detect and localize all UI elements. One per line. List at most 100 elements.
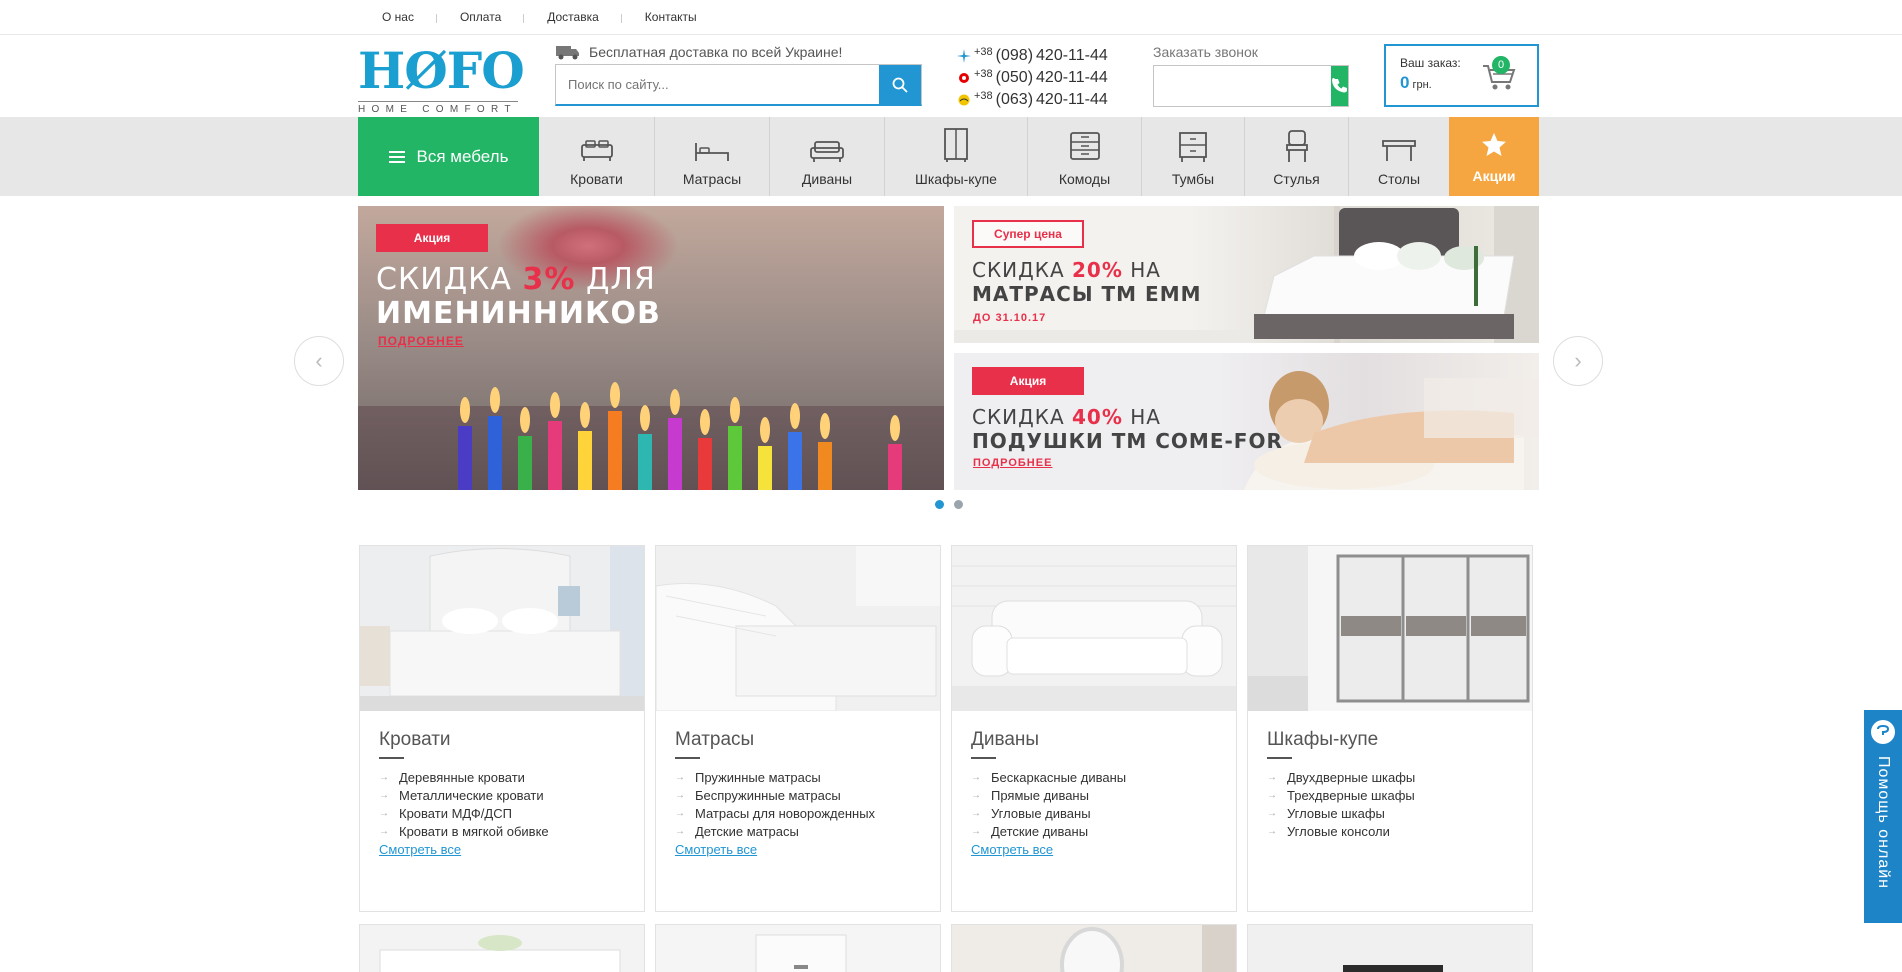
- callback-label: Заказать звонок: [1153, 44, 1258, 60]
- see-all-link[interactable]: Смотреть все: [971, 842, 1053, 857]
- nav-item-dressers[interactable]: Комоды: [1028, 117, 1142, 196]
- nightstand-icon: [1179, 132, 1207, 162]
- category-link[interactable]: Кровати МДФ/ДСП: [379, 805, 644, 823]
- banner-mattress[interactable]: Супер цена СКИДКА 20% НА МАТРАСЫ ТМ EMM …: [954, 206, 1539, 343]
- online-help-label: Помощь онлайн: [1875, 756, 1892, 889]
- search-input[interactable]: [556, 65, 879, 104]
- category-card-partial[interactable]: [1247, 924, 1533, 972]
- category-card-mattresses: Матрасы Пружинные матрасы Беспружинные м…: [655, 545, 941, 912]
- category-link[interactable]: Беспружинные матрасы: [675, 787, 940, 805]
- category-title[interactable]: Матрасы: [675, 729, 940, 751]
- category-link[interactable]: Деревянные кровати: [379, 769, 644, 787]
- banner-headline-1: СКИДКА 20% НА: [972, 258, 1161, 282]
- nav-item-nightstands[interactable]: Тумбы: [1142, 117, 1245, 196]
- phone-prefix: +38: [974, 68, 993, 80]
- category-card-partial[interactable]: [951, 924, 1237, 972]
- bed-icon: [580, 140, 613, 161]
- category-link[interactable]: Кровати в мягкой обивке: [379, 823, 644, 841]
- nav-item-label: Тумбы: [1171, 171, 1215, 187]
- dresser-icon: [1069, 132, 1100, 160]
- promo-tag: Акция: [972, 367, 1084, 395]
- category-links: Деревянные кровати Металлические кровати…: [379, 769, 644, 841]
- banner-headline-1: СКИДКА 40% НА: [972, 405, 1161, 429]
- logo-mark: HØFO: [358, 41, 525, 100]
- vodafone-icon: [959, 73, 969, 83]
- mirror-table-photo-image: [952, 925, 1236, 972]
- category-card-partial[interactable]: [655, 924, 941, 972]
- top-link-contacts[interactable]: Контакты: [645, 10, 720, 24]
- nav-item-chairs[interactable]: Стулья: [1245, 117, 1349, 196]
- category-link[interactable]: Угловые диваны: [971, 805, 1236, 823]
- nav-item-mattresses[interactable]: Матрасы: [655, 117, 770, 196]
- phone-code: (050): [995, 69, 1034, 86]
- more-link[interactable]: ПОДРОБНЕЕ: [973, 457, 1052, 469]
- nav-item-tables[interactable]: Столы: [1349, 117, 1449, 196]
- category-title[interactable]: Диваны: [971, 729, 1236, 751]
- online-help-tab[interactable]: Помощь онлайн: [1864, 710, 1902, 923]
- all-furniture-button[interactable]: Вся мебель: [358, 117, 539, 196]
- banner-birthday[interactable]: Акция СКИДКА 3% ДЛЯ ИМЕНИННИКОВ ПОДРОБНЕ…: [358, 206, 944, 490]
- phone-number: 420-11-44: [1036, 47, 1108, 64]
- chat-icon: [1871, 720, 1895, 744]
- search-box: [555, 64, 922, 106]
- nav-item-sofas[interactable]: Диваны: [770, 117, 885, 196]
- category-link[interactable]: Пружинные матрасы: [675, 769, 940, 787]
- phone-list: +38 (098) 420-11-44 +38 (050) 420-11-44 …: [957, 45, 1108, 111]
- slider-next-button[interactable]: ›: [1553, 336, 1603, 386]
- category-title[interactable]: Шкафы-купе: [1267, 729, 1532, 751]
- category-link[interactable]: Детские матрасы: [675, 823, 940, 841]
- category-link[interactable]: Матрасы для новорожденных: [675, 805, 940, 823]
- sofa-icon: [810, 141, 844, 162]
- nav-item-sales[interactable]: Акции: [1449, 117, 1539, 196]
- phone-number: 420-11-44: [1036, 69, 1108, 86]
- site-logo[interactable]: HØFO HOME COMFORT: [358, 41, 525, 115]
- headline-text: СКИДКА: [972, 258, 1072, 282]
- delivery-note: Бесплатная доставка по всей Украине!: [555, 44, 842, 60]
- mattress-photo-image: [656, 546, 940, 711]
- top-link-about[interactable]: О нас: [382, 10, 437, 24]
- slider-dot[interactable]: [954, 500, 963, 509]
- search-button[interactable]: [879, 65, 921, 104]
- see-all-link[interactable]: Смотреть все: [675, 842, 757, 857]
- category-link[interactable]: Трехдверные шкафы: [1267, 787, 1532, 805]
- category-link[interactable]: Бескаркасные диваны: [971, 769, 1236, 787]
- nav-item-beds[interactable]: Кровати: [539, 117, 655, 196]
- category-title[interactable]: Кровати: [379, 729, 644, 751]
- see-all-link[interactable]: Смотреть все: [379, 842, 461, 857]
- category-card-partial[interactable]: [359, 924, 645, 972]
- category-links: Пружинные матрасы Беспружинные матрасы М…: [675, 769, 940, 841]
- banner-pillows[interactable]: Акция СКИДКА 40% НА ПОДУШКИ ТМ COME-FOR …: [954, 353, 1539, 490]
- sofa-photo-image: [952, 546, 1236, 711]
- more-link[interactable]: ПОДРОБНЕЕ: [378, 334, 464, 348]
- title-underline: [1267, 757, 1292, 759]
- top-link-payment[interactable]: Оплата: [460, 10, 525, 24]
- callback-button[interactable]: [1331, 66, 1348, 106]
- title-underline: [971, 757, 996, 759]
- callback-phone-input[interactable]: [1154, 66, 1331, 106]
- category-link[interactable]: Прямые диваны: [971, 787, 1236, 805]
- category-link[interactable]: Угловые консоли: [1267, 823, 1532, 841]
- nav-item-label: Акции: [1472, 168, 1516, 184]
- cart-currency: грн.: [1412, 79, 1432, 91]
- phone-lifecell[interactable]: +38 (063) 420-11-44: [957, 89, 1108, 111]
- title-underline: [675, 757, 700, 759]
- category-links: Двухдверные шкафы Трехдверные шкафы Угло…: [1267, 769, 1532, 841]
- category-link[interactable]: Детские диваны: [971, 823, 1236, 841]
- category-link[interactable]: Двухдверные шкафы: [1267, 769, 1532, 787]
- category-image[interactable]: [656, 546, 940, 711]
- category-image[interactable]: [952, 546, 1236, 711]
- cart-widget[interactable]: Ваш заказ: 0 грн. 0: [1384, 44, 1539, 107]
- nav-item-label: Столы: [1377, 171, 1421, 187]
- category-link[interactable]: Угловые шкафы: [1267, 805, 1532, 823]
- callback-box: [1153, 65, 1349, 107]
- nav-item-wardrobes[interactable]: Шкафы-купе: [885, 117, 1028, 196]
- phone-code: (098): [995, 47, 1034, 64]
- top-link-delivery[interactable]: Доставка: [547, 10, 622, 24]
- slider-prev-button[interactable]: ‹: [294, 336, 344, 386]
- category-image[interactable]: [1248, 546, 1532, 711]
- category-image[interactable]: [360, 546, 644, 711]
- headline-text: НА: [1122, 258, 1161, 282]
- category-link[interactable]: Металлические кровати: [379, 787, 644, 805]
- slider-dot-active[interactable]: [935, 500, 944, 509]
- headline-text: СКИДКА: [376, 262, 523, 297]
